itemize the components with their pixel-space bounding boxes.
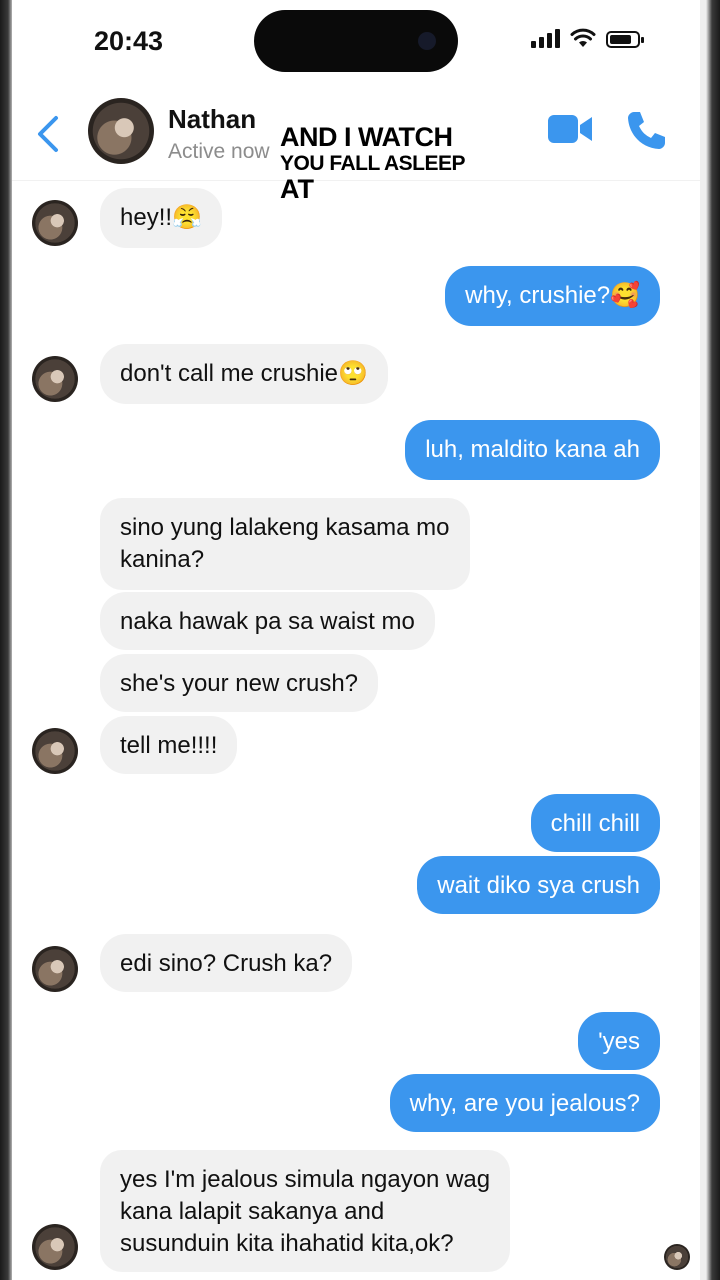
outgoing-message[interactable]: why, are you jealous? (389, 1074, 660, 1132)
contact-avatar[interactable] (88, 98, 154, 164)
chevron-left-icon[interactable] (34, 114, 62, 154)
seen-receipt-avatar (664, 1244, 690, 1270)
camera-icon (418, 32, 436, 50)
signal-icon (531, 28, 560, 48)
dynamic-island (254, 10, 458, 72)
caption-line-1: AND I WATCH (280, 122, 453, 152)
wifi-icon (570, 28, 596, 47)
incoming-message[interactable]: don't call me crushie🙄 (100, 344, 388, 404)
sender-avatar[interactable] (32, 356, 78, 402)
incoming-message[interactable]: she's your new crush? (100, 654, 379, 712)
chat-screen: 20:43 Nathan Active now AND I WATCH YOU … (12, 0, 700, 1280)
caption-line-3: AT (280, 174, 314, 204)
video-caption-overlay: AND I WATCH YOU FALL ASLEEP AT (280, 122, 466, 204)
battery-icon (606, 31, 644, 48)
outgoing-message[interactable]: why, crushie?🥰 (445, 266, 660, 326)
incoming-message[interactable]: naka hawak pa sa waist mo (100, 592, 435, 650)
incoming-message[interactable]: sino yung lalakeng kasama mo kanina? (100, 498, 470, 590)
outgoing-message[interactable]: 'yes (578, 1012, 660, 1070)
outgoing-message[interactable]: wait diko sya crush (417, 856, 660, 914)
status-time: 20:43 (94, 26, 164, 56)
contact-name[interactable]: Nathan (168, 104, 256, 135)
sender-avatar[interactable] (32, 946, 78, 992)
sender-avatar[interactable] (32, 1224, 78, 1270)
sender-avatar[interactable] (32, 728, 78, 774)
video-camera-icon[interactable] (546, 112, 594, 146)
contact-active-status: Active now (168, 140, 270, 163)
incoming-message[interactable]: yes I'm jealous simula ngayon wag kana l… (100, 1150, 511, 1272)
incoming-message[interactable]: edi sino? Crush ka? (100, 934, 353, 992)
incoming-message[interactable]: hey!!😤 (100, 188, 222, 248)
outgoing-message[interactable]: luh, maldito kana ah (405, 420, 660, 480)
outgoing-message[interactable]: chill chill (530, 794, 660, 852)
sender-avatar[interactable] (32, 200, 78, 246)
status-icons (531, 28, 644, 48)
caption-line-2: YOU FALL ASLEEP (280, 152, 466, 175)
chat-header: Nathan Active now AND I WATCH YOU FALL A… (12, 88, 700, 203)
phone-icon[interactable] (624, 108, 668, 152)
incoming-message[interactable]: tell me!!!! (100, 716, 238, 774)
phone-frame: 20:43 Nathan Active now AND I WATCH YOU … (0, 0, 720, 1280)
